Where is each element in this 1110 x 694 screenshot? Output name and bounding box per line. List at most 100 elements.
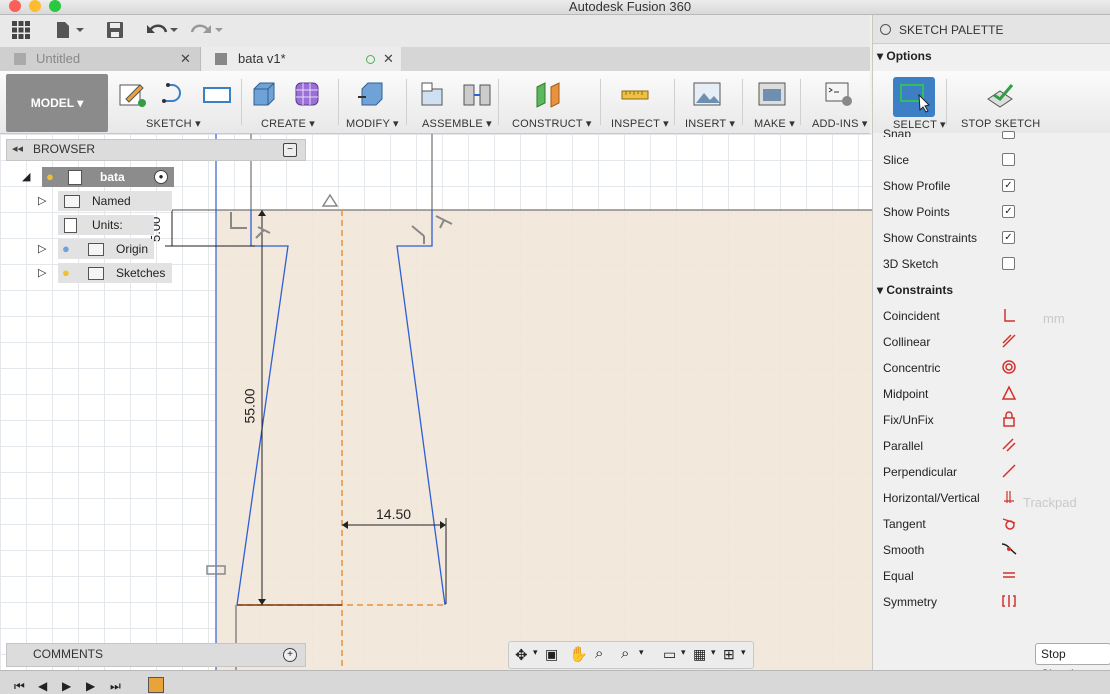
- measure-icon[interactable]: [620, 79, 650, 109]
- horizontal-vertical-icon[interactable]: [1001, 489, 1017, 505]
- expand-arrow-icon[interactable]: ▷: [38, 239, 46, 259]
- viewports-icon[interactable]: ⊞: [723, 646, 735, 663]
- stop-sketch-menu[interactable]: STOP SKETCH: [961, 118, 1040, 130]
- look-at-icon[interactable]: ▣: [545, 646, 558, 663]
- tab-bata-v1[interactable]: bata v1* ✕: [200, 47, 401, 71]
- option-show-points[interactable]: Show Points: [883, 203, 950, 221]
- symmetry-icon[interactable]: [1001, 593, 1017, 609]
- smooth-icon[interactable]: [1001, 541, 1017, 557]
- offset-plane-icon[interactable]: [535, 79, 565, 109]
- slice-checkbox[interactable]: [1002, 153, 1015, 166]
- stop-sketch-icon[interactable]: [985, 81, 1015, 111]
- constraint-midpoint[interactable]: Midpoint: [883, 385, 928, 403]
- file-menu-icon[interactable]: [56, 21, 84, 41]
- tab-untitled[interactable]: Untitled ✕: [0, 47, 200, 71]
- tab-close-icon[interactable]: ✕: [383, 47, 394, 71]
- show-points-checkbox[interactable]: ✓: [1002, 205, 1015, 218]
- extrude-icon[interactable]: [250, 79, 280, 109]
- dim-width-text[interactable]: 14.50: [376, 506, 411, 522]
- pin-icon[interactable]: −: [283, 143, 297, 157]
- save-icon[interactable]: [106, 21, 124, 41]
- pan-icon[interactable]: ✋: [569, 645, 588, 663]
- joint-icon[interactable]: [462, 79, 492, 109]
- visibility-bulb-icon[interactable]: ●: [46, 167, 54, 187]
- play-icon[interactable]: ▶: [62, 679, 71, 693]
- perpendicular-icon[interactable]: [1001, 463, 1017, 479]
- construct-menu[interactable]: CONSTRUCT ▾: [512, 117, 592, 130]
- snap-checkbox[interactable]: [1002, 131, 1015, 139]
- grid-settings-icon[interactable]: ▦: [693, 646, 706, 663]
- constraint-smooth[interactable]: Smooth: [883, 541, 924, 559]
- add-ins-menu[interactable]: ADD-INS ▾: [812, 117, 868, 130]
- arc-icon[interactable]: [160, 79, 190, 109]
- assemble-menu[interactable]: ASSEMBLE ▾: [422, 117, 492, 130]
- grid-menu-icon[interactable]: [12, 21, 30, 41]
- redo-icon[interactable]: [190, 21, 224, 41]
- constraint-parallel[interactable]: Parallel: [883, 437, 923, 455]
- scripts-icon[interactable]: [824, 79, 854, 109]
- zoom-icon[interactable]: ⌕: [595, 645, 603, 662]
- chevron-down-icon[interactable]: ▾: [533, 647, 538, 658]
- constraint-fix-unfix[interactable]: Fix/UnFix: [883, 411, 934, 429]
- chevron-down-icon[interactable]: ▾: [711, 647, 716, 658]
- option-show-constraints[interactable]: Show Constraints: [883, 229, 977, 247]
- 3d-print-icon[interactable]: [757, 79, 787, 109]
- go-to-end-icon[interactable]: ⏭: [110, 679, 121, 694]
- press-pull-icon[interactable]: [356, 79, 386, 109]
- comments-panel-header[interactable]: COMMENTS +: [6, 643, 306, 667]
- dim-height-text[interactable]: 55.00: [242, 388, 258, 423]
- constraint-perpendicular[interactable]: Perpendicular: [883, 463, 957, 481]
- add-comment-icon[interactable]: +: [283, 648, 297, 662]
- parallel-icon[interactable]: [1001, 437, 1017, 453]
- insert-menu[interactable]: INSERT ▾: [685, 117, 735, 130]
- expand-arrow-icon[interactable]: ▷: [38, 263, 46, 283]
- coincident-icon[interactable]: [1001, 307, 1017, 323]
- step-forward-icon[interactable]: ▶: [86, 679, 95, 693]
- option-show-profile[interactable]: Show Profile: [883, 177, 950, 195]
- option-snap[interactable]: Snap: [883, 125, 911, 137]
- inspect-menu[interactable]: INSPECT ▾: [611, 117, 669, 130]
- fit-icon[interactable]: ⌕: [621, 645, 629, 662]
- constraint-horizontal-vertical[interactable]: Horizontal/Vertical: [883, 489, 980, 507]
- 3d-sketch-checkbox[interactable]: [1002, 257, 1015, 270]
- create-menu[interactable]: CREATE ▾: [261, 117, 315, 130]
- form-icon[interactable]: [292, 79, 322, 109]
- chevron-down-icon[interactable]: ▾: [639, 647, 644, 658]
- collapse-arrow-icon[interactable]: ◢: [22, 167, 30, 187]
- constraint-coincident[interactable]: Coincident: [883, 307, 940, 325]
- option-3d-sketch[interactable]: 3D Sketch: [883, 255, 938, 273]
- orbit-icon[interactable]: ✥: [515, 646, 528, 664]
- create-sketch-icon[interactable]: [118, 79, 148, 109]
- constraints-header[interactable]: ▾ Constraints: [877, 283, 953, 297]
- constraint-concentric[interactable]: Concentric: [883, 359, 940, 377]
- expand-arrow-icon[interactable]: ▷: [38, 191, 46, 211]
- undo-icon[interactable]: [146, 21, 180, 41]
- equal-icon[interactable]: [1001, 567, 1017, 583]
- sketch-feature-icon[interactable]: [148, 677, 164, 693]
- activate-icon[interactable]: ●: [154, 170, 168, 184]
- tangent-icon[interactable]: [1001, 515, 1017, 531]
- visibility-bulb-icon[interactable]: ●: [62, 239, 70, 259]
- chevron-down-icon[interactable]: ▾: [681, 647, 686, 658]
- close-palette-icon[interactable]: [880, 24, 891, 35]
- rectangle-icon[interactable]: [202, 79, 232, 109]
- show-profile-checkbox[interactable]: ✓: [1002, 179, 1015, 192]
- midpoint-icon[interactable]: [1001, 385, 1017, 401]
- collinear-icon[interactable]: [1001, 333, 1017, 349]
- display-settings-icon[interactable]: ▭: [663, 646, 676, 663]
- constraint-equal[interactable]: Equal: [883, 567, 914, 585]
- constraint-symmetry[interactable]: Symmetry: [883, 593, 937, 611]
- options-header[interactable]: ▾ Options: [877, 49, 932, 63]
- concentric-icon[interactable]: [1001, 359, 1017, 375]
- insert-image-icon[interactable]: [692, 79, 722, 109]
- workspace-switcher[interactable]: MODEL ▾: [6, 74, 108, 132]
- option-slice[interactable]: Slice: [883, 151, 909, 169]
- tab-close-icon[interactable]: ✕: [180, 47, 191, 71]
- constraint-tangent[interactable]: Tangent: [883, 515, 926, 533]
- show-constraints-checkbox[interactable]: ✓: [1002, 231, 1015, 244]
- constraint-collinear[interactable]: Collinear: [883, 333, 930, 351]
- browser-panel-header[interactable]: ◂◂ BROWSER −: [6, 139, 306, 161]
- sketch-menu[interactable]: SKETCH ▾: [146, 117, 201, 130]
- new-component-icon[interactable]: [418, 79, 448, 109]
- go-to-start-icon[interactable]: ⏮: [14, 679, 25, 694]
